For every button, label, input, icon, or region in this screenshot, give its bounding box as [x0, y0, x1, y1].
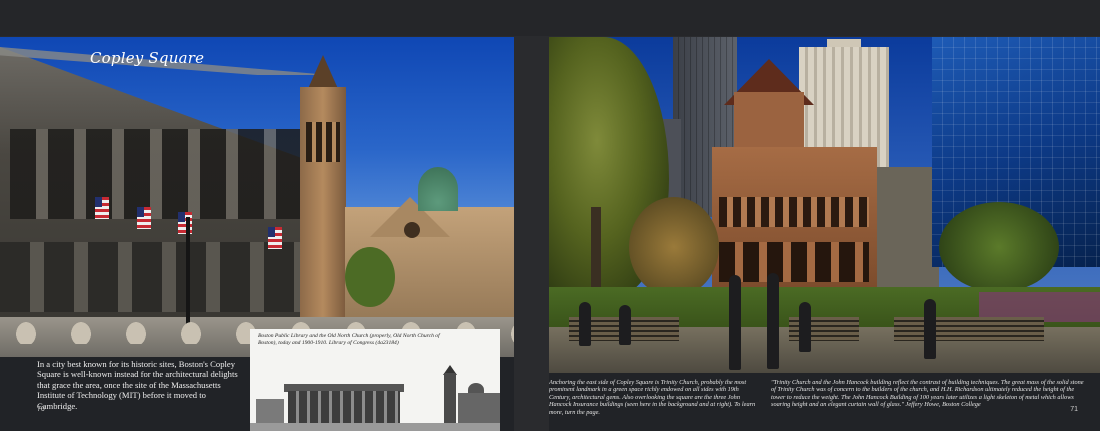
flag-icon — [137, 207, 151, 229]
historic-building — [256, 399, 284, 425]
historical-inset-photo: Boston Public Library and the Old North … — [250, 329, 500, 431]
copley-square-photo: Copley Square — [0, 37, 514, 357]
top-margin-band — [0, 0, 1100, 36]
trinity-caption: Anchoring the east side of Copley Square… — [549, 379, 756, 416]
left-page: Copley Square In a city best known for i… — [0, 37, 514, 431]
historic-street — [250, 423, 500, 431]
historic-library — [288, 391, 400, 425]
library-ground-floor — [0, 242, 330, 312]
flag-icon — [268, 227, 282, 249]
person-figure — [799, 302, 811, 352]
page-number-left: 70 — [37, 406, 45, 413]
inset-caption: Boston Public Library and the Old North … — [258, 333, 440, 346]
person-figure — [619, 305, 631, 345]
right-page: Anchoring the east side of Copley Square… — [549, 37, 1100, 431]
body-text: In a city best known for its historic si… — [37, 359, 238, 411]
flag-icon — [95, 197, 109, 219]
person-figure — [729, 275, 741, 370]
hotel-building — [869, 167, 939, 297]
person-figure — [767, 273, 779, 369]
person-figure — [579, 302, 591, 346]
quote-caption: "Trinity Church and the John Hancock bui… — [771, 379, 1084, 409]
street-tree — [345, 247, 395, 307]
church-tower-spire — [307, 55, 339, 91]
rose-window — [404, 222, 420, 238]
person-figure — [924, 299, 936, 359]
church-dome — [418, 167, 458, 211]
page-number-right: 71 — [1070, 406, 1078, 413]
trinity-church-photo — [549, 37, 1100, 373]
historic-church — [458, 393, 500, 425]
bell-tower-windows — [306, 122, 340, 162]
photo-title: Copley Square — [90, 49, 205, 67]
library-arched-windows — [10, 129, 310, 219]
trinity-portico-arches — [719, 242, 869, 282]
historic-church-tower — [444, 373, 456, 425]
green-tree — [939, 202, 1059, 292]
trinity-windows — [719, 197, 869, 227]
park-bench — [894, 317, 1044, 341]
autumn-tree — [629, 197, 719, 297]
